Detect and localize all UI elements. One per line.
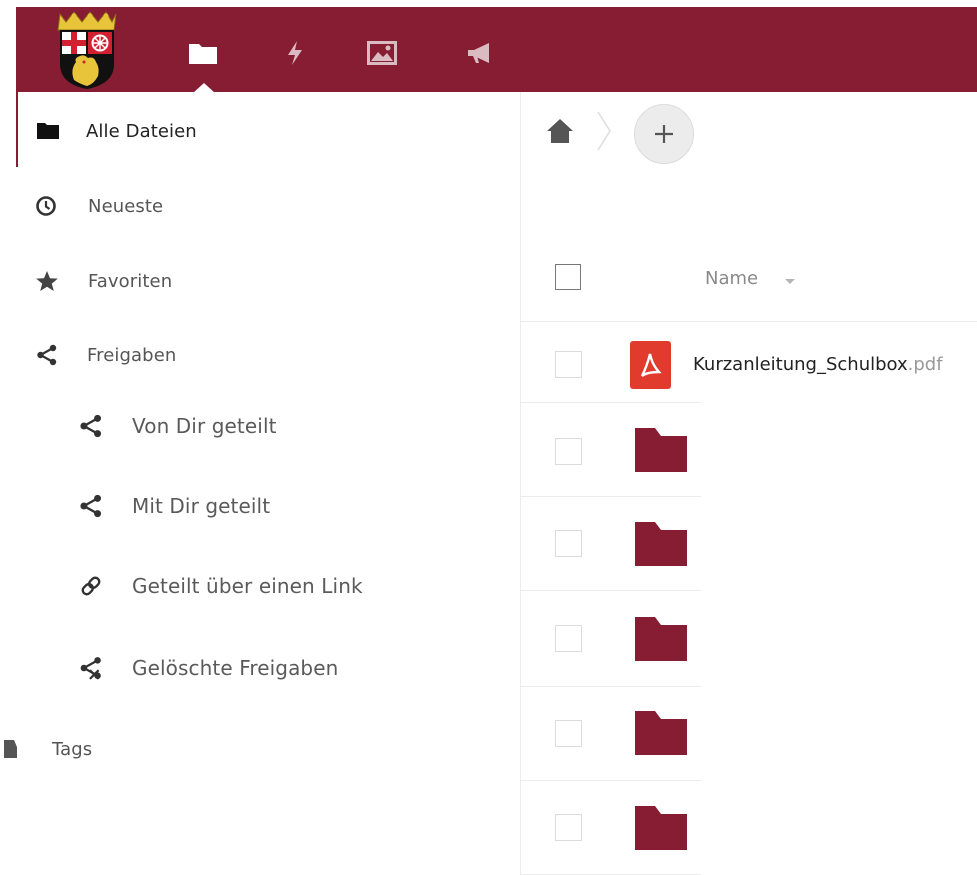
deleted-share-icon — [78, 655, 104, 681]
nav-item-shares[interactable]: Freigaben — [34, 335, 176, 375]
file-basename: Kurzanleitung_Schulbox — [693, 354, 908, 375]
row-checkbox[interactable] — [555, 720, 582, 747]
row-divider — [521, 496, 701, 497]
share-icon — [34, 342, 60, 368]
home-icon[interactable] — [545, 117, 575, 145]
star-icon — [34, 268, 60, 294]
nav-item-shared-by-link[interactable]: Geteilt über einen Link — [78, 566, 363, 606]
nav-label: Favoriten — [88, 270, 173, 292]
file-name[interactable]: Kurzanleitung_Schulbox.pdf — [693, 354, 943, 375]
app-header — [17, 7, 977, 93]
nav-item-favorites[interactable]: Favoriten — [34, 261, 172, 301]
nav-item-all-files[interactable]: Alle Dateien — [35, 111, 197, 151]
nav-item-tags[interactable]: Tags — [0, 729, 92, 769]
row-divider — [521, 686, 701, 687]
nav-label: Gelöschte Freigaben — [132, 656, 339, 680]
breadcrumb-separator — [594, 110, 614, 152]
nav-label: Alle Dateien — [86, 120, 197, 142]
content-divider — [520, 92, 521, 875]
nav-item-shared-with-you[interactable]: Mit Dir geteilt — [78, 486, 270, 526]
share-icon — [78, 413, 104, 439]
nav-label: Neueste — [88, 195, 164, 217]
nav-label: Geteilt über einen Link — [132, 574, 363, 598]
column-header-name[interactable]: Name — [705, 268, 758, 289]
row-checkbox[interactable] — [555, 530, 582, 557]
new-button[interactable] — [634, 104, 694, 164]
nav-item-recent[interactable]: Neueste — [33, 186, 163, 226]
header-divider — [521, 321, 977, 322]
announcements-app-icon[interactable] — [460, 33, 500, 73]
plus-icon — [655, 125, 673, 143]
nav-label: Freigaben — [87, 344, 177, 366]
pdf-file-icon[interactable] — [630, 341, 671, 389]
row-checkbox[interactable] — [555, 438, 582, 465]
row-checkbox[interactable] — [555, 351, 582, 378]
tag-icon — [0, 736, 20, 762]
activity-app-icon[interactable] — [275, 33, 315, 73]
row-checkbox[interactable] — [555, 814, 582, 841]
link-icon — [78, 573, 104, 599]
folder-icon[interactable] — [635, 522, 687, 566]
files-app-icon[interactable] — [183, 33, 223, 73]
nav-label: Von Dir geteilt — [132, 414, 277, 438]
nav-label: Tags — [52, 738, 93, 760]
folder-icon[interactable] — [635, 711, 687, 755]
folder-icon[interactable] — [635, 806, 687, 850]
nav-label: Mit Dir geteilt — [132, 494, 271, 518]
folder-icon[interactable] — [635, 617, 687, 661]
nav-item-shared-by-you[interactable]: Von Dir geteilt — [78, 406, 277, 446]
folder-icon — [35, 118, 61, 144]
share-icon — [78, 493, 104, 519]
row-divider — [521, 590, 701, 591]
row-divider — [521, 780, 701, 781]
folder-icon[interactable] — [635, 428, 687, 472]
gallery-app-icon[interactable] — [362, 33, 402, 73]
select-all-checkbox[interactable] — [555, 264, 581, 290]
logo[interactable] — [54, 10, 118, 90]
clock-icon — [33, 193, 59, 219]
row-checkbox[interactable] — [555, 625, 582, 652]
file-extension: .pdf — [907, 354, 943, 375]
app-navigation: Alle Dateien Neueste Favoriten Freigaben — [0, 92, 520, 875]
row-divider — [521, 402, 701, 403]
nav-item-deleted-shares[interactable]: Gelöschte Freigaben — [78, 648, 338, 688]
sort-caret-icon[interactable] — [785, 279, 795, 284]
